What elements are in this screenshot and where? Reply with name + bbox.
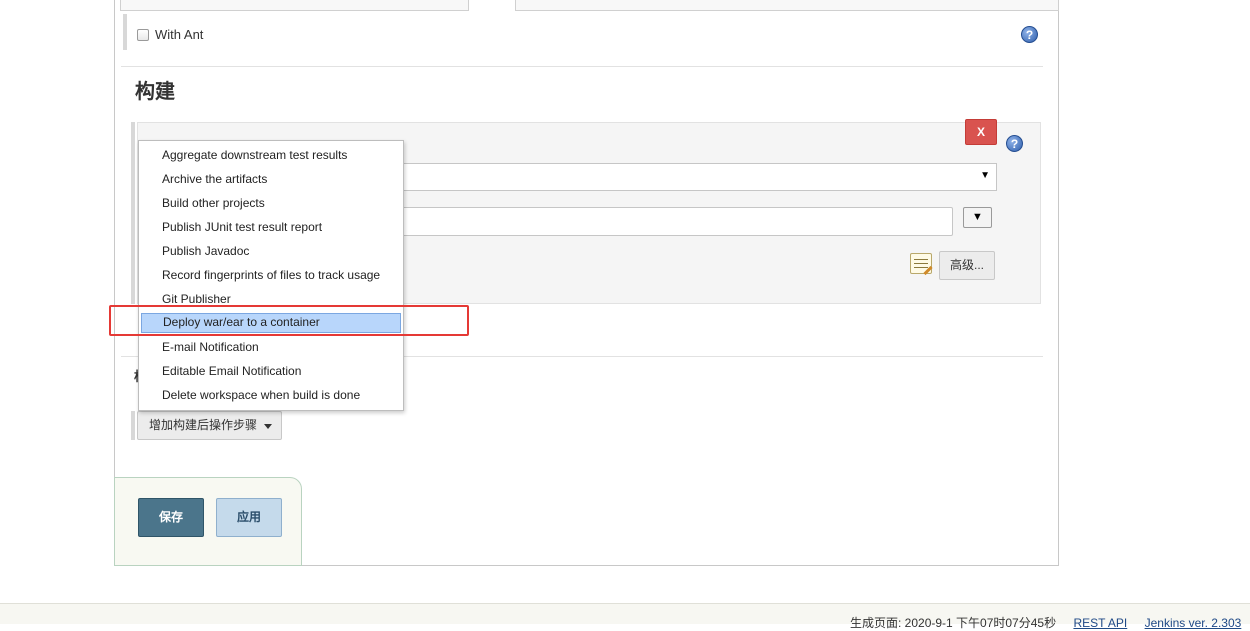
- chevron-down-icon: ▼: [980, 170, 990, 181]
- help-icon[interactable]: ?: [1021, 26, 1038, 43]
- generated-timestamp: 生成页面: 2020-9-1 下午07时07分45秒: [850, 616, 1057, 630]
- menu-item-build-other-projects[interactable]: Build other projects: [139, 191, 403, 215]
- build-section-title: 构建: [135, 81, 175, 103]
- menu-item-record-fingerprints[interactable]: Record fingerprints of files to track us…: [139, 263, 403, 287]
- save-button[interactable]: 保存: [138, 498, 204, 537]
- menu-item-editable-email[interactable]: Editable Email Notification: [139, 359, 403, 383]
- add-post-build-step-label: 增加构建后操作步骤: [149, 418, 258, 432]
- expand-dropdown-button[interactable]: ▼: [963, 207, 992, 228]
- with-ant-checkbox[interactable]: [137, 28, 149, 41]
- menu-item-archive-artifacts[interactable]: Archive the artifacts: [139, 167, 403, 191]
- jenkins-version-link[interactable]: Jenkins ver. 2.303: [1145, 616, 1242, 630]
- remove-step-button[interactable]: X: [965, 119, 997, 145]
- add-post-build-step-button[interactable]: 增加构建后操作步骤: [137, 411, 282, 440]
- upper-section-tab-right: [515, 0, 1059, 11]
- menu-item-delete-workspace[interactable]: Delete workspace when build is done: [139, 383, 403, 407]
- build-step-bar: [131, 122, 135, 304]
- menu-item-publish-junit[interactable]: Publish JUnit test result report: [139, 215, 403, 239]
- build-step-input[interactable]: [402, 207, 953, 236]
- chevron-down-icon: [264, 424, 272, 429]
- notepad-icon[interactable]: [910, 253, 932, 274]
- post-build-actions-menu[interactable]: Aggregate downstream test results Archiv…: [138, 140, 404, 411]
- section-divider: [121, 66, 1043, 67]
- rest-api-link[interactable]: REST API: [1073, 616, 1127, 630]
- menu-item-publish-javadoc[interactable]: Publish Javadoc: [139, 239, 403, 263]
- footer-content: 生成页面: 2020-9-1 下午07时07分45秒 REST API Jenk…: [850, 614, 1250, 631]
- highlight-annotation: [109, 305, 469, 336]
- add-step-bar: [131, 411, 135, 440]
- menu-item-email-notification[interactable]: E-mail Notification: [139, 335, 403, 359]
- advanced-button[interactable]: 高级...: [939, 251, 995, 280]
- with-ant-label: With Ant: [155, 27, 204, 42]
- indent-bar: [123, 14, 127, 50]
- upper-section-tab: [120, 0, 469, 11]
- with-ant-option[interactable]: With Ant: [137, 27, 203, 42]
- build-step-select[interactable]: ▼: [402, 163, 997, 191]
- help-icon[interactable]: ?: [1006, 135, 1023, 152]
- apply-button[interactable]: 应用: [216, 498, 282, 537]
- menu-item-aggregate-test-results[interactable]: Aggregate downstream test results: [139, 143, 403, 167]
